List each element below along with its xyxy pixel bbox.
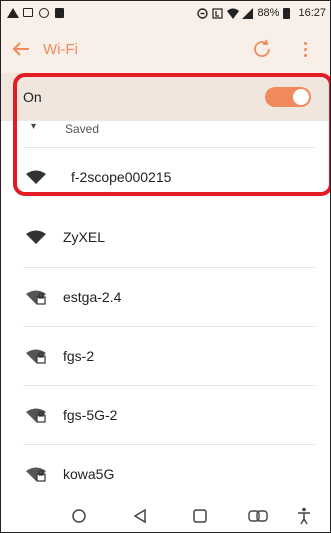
more-options-icon[interactable]: [297, 37, 313, 61]
navigation-bar: [1, 497, 330, 532]
dual-window-icon[interactable]: [246, 505, 270, 527]
network-row[interactable]: estga-2.4: [1, 267, 330, 326]
warning-icon: [7, 7, 19, 19]
battery-text: 88%: [257, 7, 280, 19]
gallery-icon: [23, 7, 34, 19]
network-name: estga-2.4: [63, 288, 122, 305]
toggle-knob: [293, 89, 309, 105]
screen: 88% 16:27 Wi-Fi On ▾ Saved f-2scope00021…: [0, 0, 331, 533]
page-title: Wi-Fi: [43, 40, 78, 58]
wifi-open-icon: [26, 170, 46, 184]
network-row[interactable]: fgs-5G-2: [1, 385, 330, 444]
network-name: kowa5G: [63, 465, 115, 482]
status-bar: 88% 16:27: [1, 1, 330, 25]
wifi-lock-icon: [26, 467, 46, 482]
battery-icon: [283, 7, 294, 19]
wifi-lock-icon: [26, 349, 46, 364]
refresh-icon[interactable]: [250, 37, 274, 61]
lte-icon: [212, 7, 224, 19]
saved-network-row[interactable]: f-2scope000215: [1, 147, 330, 206]
back-icon[interactable]: [128, 505, 152, 527]
back-arrow-icon[interactable]: [1, 25, 41, 73]
wifi-lock-icon: [26, 290, 46, 305]
network-row[interactable]: kowa5G: [1, 444, 330, 503]
home-icon[interactable]: [67, 505, 91, 527]
circle-icon: [39, 7, 50, 19]
network-name: fgs-5G-2: [63, 406, 118, 423]
recents-icon[interactable]: [188, 505, 212, 527]
shopping-icon: [55, 7, 66, 19]
signal-icon: [242, 7, 254, 19]
network-row[interactable]: fgs-2: [1, 326, 330, 385]
app-bar: Wi-Fi: [1, 25, 330, 73]
network-name: ZyXEL: [63, 228, 106, 245]
wifi-open-icon: [26, 230, 46, 244]
network-name: fgs-2: [63, 347, 95, 364]
accessibility-icon[interactable]: [292, 505, 316, 527]
nfc-icon: [197, 7, 209, 19]
wifi-icon: [227, 8, 240, 19]
saved-collapse-caret-icon[interactable]: ▾: [31, 121, 36, 132]
clock: 16:27: [298, 7, 326, 19]
wifi-lock-icon: [26, 408, 46, 423]
network-row[interactable]: ZyXEL: [1, 207, 330, 266]
wifi-toggle-switch[interactable]: [265, 87, 311, 107]
network-name: f-2scope000215: [71, 168, 172, 185]
wifi-toggle-label: On: [23, 89, 42, 105]
saved-section-label: Saved: [65, 122, 100, 136]
